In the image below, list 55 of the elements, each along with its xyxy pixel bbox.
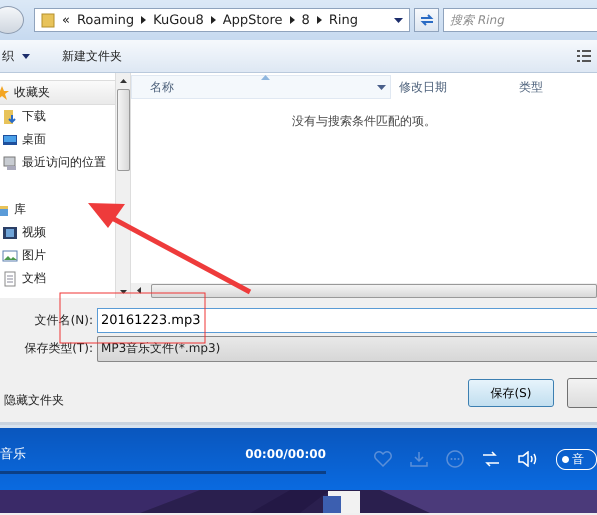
empty-message: 没有与搜索条件匹配的项。 bbox=[291, 113, 437, 130]
download-icon[interactable] bbox=[410, 451, 428, 467]
sidebar-item[interactable]: 图片 bbox=[0, 244, 115, 267]
column-header[interactable]: 类型 bbox=[519, 75, 543, 99]
more-icon[interactable] bbox=[446, 450, 464, 468]
chevron-icon bbox=[141, 16, 146, 24]
toolbar-button[interactable]: 新建文件夹 bbox=[62, 48, 122, 64]
back-button[interactable] bbox=[0, 6, 24, 34]
column-header[interactable]: 名称 bbox=[131, 75, 391, 99]
track-time: 00:00/00:00 bbox=[245, 446, 326, 460]
save-button[interactable]: 保存(S) bbox=[468, 379, 554, 407]
toolbar-button[interactable]: 织 bbox=[2, 48, 30, 64]
refresh-icon bbox=[418, 13, 435, 27]
cancel-button[interactable] bbox=[567, 378, 597, 408]
caret-icon bbox=[22, 54, 30, 58]
chevron-icon bbox=[210, 16, 216, 24]
heart-icon[interactable] bbox=[374, 451, 392, 467]
sidebar-group[interactable]: 库 bbox=[0, 198, 30, 221]
path-segment[interactable]: 8 bbox=[302, 12, 310, 28]
dropdown-icon bbox=[394, 18, 404, 22]
sidebar-group[interactable]: 收藏夹 bbox=[0, 80, 115, 105]
search-field[interactable]: 搜索 Ring bbox=[443, 8, 597, 32]
chevron-icon bbox=[316, 16, 322, 24]
view-options-icon[interactable] bbox=[577, 50, 591, 62]
volume-icon[interactable] bbox=[518, 451, 538, 467]
column-header[interactable]: 修改日期 bbox=[391, 75, 519, 99]
vertical-scrollbar[interactable] bbox=[115, 73, 130, 298]
sidebar-item[interactable]: 文档 bbox=[0, 267, 115, 290]
scroll-left-icon bbox=[137, 287, 141, 294]
sound-effect-button[interactable]: 音 bbox=[556, 448, 597, 470]
sort-icon bbox=[261, 75, 270, 80]
sidebar-item[interactable]: 最近访问的位置 bbox=[0, 151, 115, 174]
chevron-icon bbox=[290, 16, 295, 24]
path-segment[interactable]: KuGou8 bbox=[153, 12, 204, 28]
video-icon bbox=[2, 224, 18, 240]
folder-icon bbox=[41, 12, 55, 28]
progress-bar[interactable] bbox=[0, 470, 326, 474]
recent-icon bbox=[2, 154, 18, 170]
download-icon bbox=[2, 108, 18, 124]
path-segment[interactable]: AppStore bbox=[222, 12, 283, 28]
track-title: 音乐 bbox=[0, 446, 26, 462]
scroll-down-icon bbox=[120, 290, 126, 294]
address-field[interactable]: « Roaming KuGou8 AppStore 8 Ring bbox=[34, 8, 410, 32]
sidebar-item[interactable]: 桌面 bbox=[0, 128, 115, 151]
file-name-field[interactable]: 20161223.mp3 bbox=[97, 308, 597, 333]
sidebar-item[interactable]: 视频 bbox=[0, 221, 115, 244]
horizontal-scrollbar[interactable] bbox=[131, 283, 597, 298]
playlist-icon[interactable] bbox=[482, 451, 500, 467]
refresh-button[interactable] bbox=[414, 8, 439, 32]
path-segment[interactable]: Ring bbox=[328, 12, 358, 28]
hide-folders-toggle[interactable]: 隐藏文件夹 bbox=[4, 392, 64, 409]
sidebar-item[interactable]: 下载 bbox=[0, 105, 115, 128]
path-segment[interactable]: Roaming bbox=[76, 12, 134, 28]
caret-icon[interactable] bbox=[377, 84, 386, 90]
scroll-up-icon bbox=[120, 79, 126, 83]
